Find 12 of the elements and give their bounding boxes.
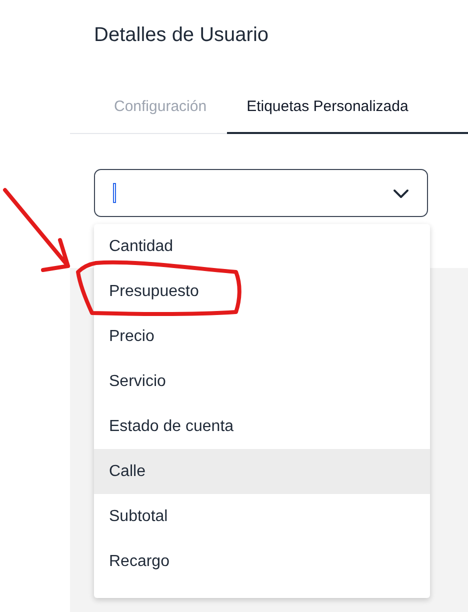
dropdown-option[interactable]: Presupuesto	[94, 269, 430, 314]
dropdown-option[interactable]: Calle	[94, 449, 430, 494]
chevron-down-icon	[393, 189, 409, 199]
tab[interactable]: Etiquetas Personalizada	[226, 88, 468, 134]
dropdown-option[interactable]: Precio	[94, 314, 430, 359]
page-title: Detalles de Usuario	[93, 23, 270, 48]
dropdown-option[interactable]: Recargo	[94, 539, 430, 584]
dropdown-option[interactable]: Subtotal	[94, 494, 430, 539]
dropdown-option[interactable]: Servicio	[94, 359, 430, 404]
dropdown-option[interactable]: Cantidad	[94, 224, 430, 269]
dropdown-option[interactable]: Estado de cuenta	[94, 404, 430, 449]
select-field[interactable]	[94, 169, 428, 217]
